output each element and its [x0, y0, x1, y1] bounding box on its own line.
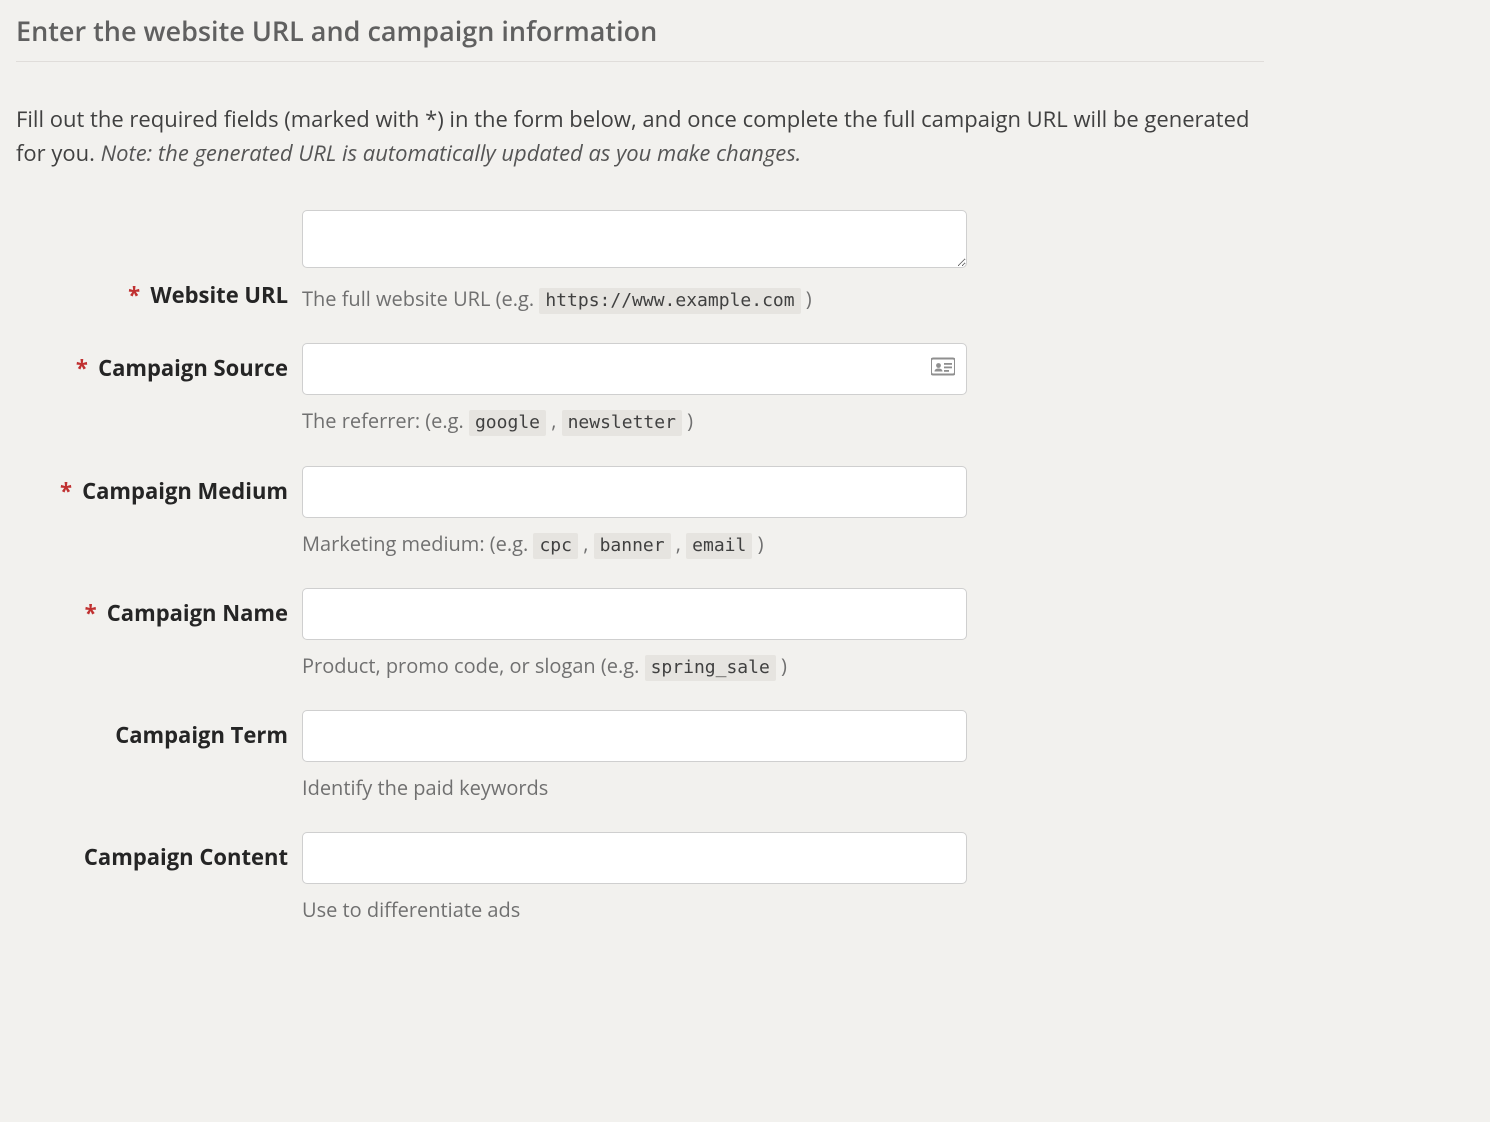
field-row-campaign-term: Campaign Term Identify the paid keywords — [16, 710, 1264, 802]
campaign-source-input[interactable] — [302, 343, 967, 395]
input-col: Use to differentiate ads — [302, 832, 967, 924]
help-text: Product, promo code, or slogan (e.g. — [302, 652, 645, 679]
label-col: * Website URL — [16, 210, 302, 310]
label-col: Campaign Content — [16, 832, 302, 872]
campaign-name-label: Campaign Name — [107, 598, 288, 628]
help-text: The referrer: (e.g. — [302, 407, 469, 434]
help-text: ) — [781, 652, 787, 679]
help-text: , — [583, 530, 593, 557]
help-code: newsletter — [562, 410, 682, 436]
page-title: Enter the website URL and campaign infor… — [16, 12, 1264, 49]
input-col: The referrer: (e.g. google , newsletter … — [302, 343, 967, 435]
campaign-source-label: Campaign Source — [98, 353, 288, 383]
campaign-term-help: Identify the paid keywords — [302, 774, 967, 802]
help-text: Marketing medium: (e.g. — [302, 530, 533, 557]
campaign-content-label: Campaign Content — [84, 842, 288, 872]
campaign-source-help: The referrer: (e.g. google , newsletter … — [302, 407, 967, 435]
field-row-campaign-content: Campaign Content Use to differentiate ad… — [16, 832, 1264, 924]
label-col: * Campaign Source — [16, 343, 302, 383]
input-col: Marketing medium: (e.g. cpc , banner , e… — [302, 466, 967, 558]
campaign-name-input[interactable] — [302, 588, 967, 640]
help-text: , — [551, 407, 561, 434]
help-code: google — [469, 410, 546, 436]
required-mark: * — [60, 476, 72, 506]
help-code: banner — [594, 533, 671, 559]
divider — [16, 61, 1264, 62]
input-col: The full website URL (e.g. https://www.e… — [302, 210, 967, 313]
field-row-campaign-medium: * Campaign Medium Marketing medium: (e.g… — [16, 466, 1264, 558]
help-code: spring_sale — [645, 655, 776, 681]
label-col: Campaign Term — [16, 710, 302, 750]
field-row-campaign-name: * Campaign Name Product, promo code, or … — [16, 588, 1264, 680]
id-card-icon — [931, 357, 955, 382]
field-row-website-url: * Website URL The full website URL (e.g.… — [16, 210, 1264, 313]
website-url-help: The full website URL (e.g. https://www.e… — [302, 285, 967, 313]
campaign-medium-input[interactable] — [302, 466, 967, 518]
field-row-campaign-source: * Campaign Source The referrer: (e.g. go… — [16, 343, 1264, 435]
help-text: ) — [806, 285, 812, 312]
campaign-medium-help: Marketing medium: (e.g. cpc , banner , e… — [302, 530, 967, 558]
label-col: * Campaign Name — [16, 588, 302, 628]
help-code: cpc — [533, 533, 578, 559]
website-url-label: Website URL — [150, 280, 288, 310]
campaign-term-input[interactable] — [302, 710, 967, 762]
intro-text: Fill out the required fields (marked wit… — [16, 102, 1264, 170]
label-col: * Campaign Medium — [16, 466, 302, 506]
website-url-input[interactable] — [302, 210, 967, 268]
help-text: Use to differentiate ads — [302, 896, 520, 923]
help-text: The full website URL (e.g. — [302, 285, 539, 312]
required-mark: * — [128, 280, 140, 310]
campaign-form: * Website URL The full website URL (e.g.… — [16, 210, 1264, 924]
campaign-name-help: Product, promo code, or slogan (e.g. spr… — [302, 652, 967, 680]
help-text: Identify the paid keywords — [302, 774, 548, 801]
help-text: ) — [758, 530, 764, 557]
required-mark: * — [76, 353, 88, 383]
help-code: https://www.example.com — [539, 288, 800, 314]
campaign-content-input[interactable] — [302, 832, 967, 884]
campaign-medium-label: Campaign Medium — [82, 476, 288, 506]
input-wrapper — [302, 343, 967, 395]
intro-note: Note: the generated URL is automatically… — [101, 138, 802, 168]
input-col: Product, promo code, or slogan (e.g. spr… — [302, 588, 967, 680]
help-text: , — [676, 530, 686, 557]
campaign-content-help: Use to differentiate ads — [302, 896, 967, 924]
help-text: ) — [687, 407, 693, 434]
input-col: Identify the paid keywords — [302, 710, 967, 802]
campaign-term-label: Campaign Term — [115, 720, 288, 750]
required-mark: * — [85, 598, 97, 628]
help-code: email — [686, 533, 752, 559]
